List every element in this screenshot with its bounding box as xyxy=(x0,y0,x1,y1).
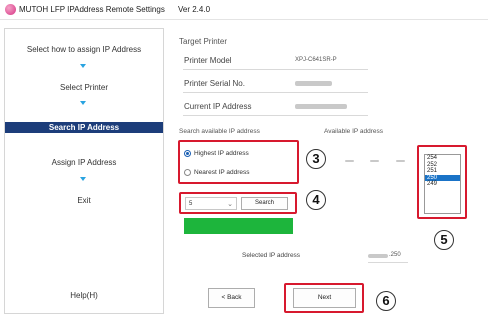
step-select-how-to-assign: Select how to assign IP Address xyxy=(26,45,142,54)
down-arrow-icon xyxy=(80,64,86,68)
highlight-search-options xyxy=(178,140,299,184)
callout-3: 3 xyxy=(306,149,326,169)
ip-octet-mask xyxy=(396,160,405,162)
selected-ip-label: Selected IP address xyxy=(242,252,301,259)
help-link[interactable]: Help(H) xyxy=(5,291,163,300)
search-available-heading: Search available IP address xyxy=(179,128,260,135)
printer-serial-label: Printer Serial No. xyxy=(184,79,245,88)
available-ip-heading: Available IP address xyxy=(324,128,384,135)
step-assign-ip-address: Assign IP Address xyxy=(51,158,117,167)
search-progress-bar xyxy=(184,218,293,234)
current-ip-value xyxy=(295,104,347,109)
selected-ip-value: .250 xyxy=(389,252,401,258)
divider xyxy=(183,92,368,93)
window-title: MUTOH LFP IPAddress Remote Settings xyxy=(19,5,165,14)
down-arrow-icon xyxy=(80,101,86,105)
app-icon xyxy=(5,4,16,15)
callout-5: 5 xyxy=(434,230,454,250)
title-bar: MUTOH LFP IPAddress Remote Settings Ver … xyxy=(0,0,488,20)
version-label: Ver 2.4.0 xyxy=(178,5,211,14)
callout-6: 6 xyxy=(376,291,396,311)
divider xyxy=(183,69,368,70)
target-printer-heading: Target Printer xyxy=(179,37,228,46)
down-arrow-icon xyxy=(80,177,86,181)
ip-octet-mask xyxy=(370,160,379,162)
selected-ip-mask xyxy=(368,254,388,258)
printer-serial-value xyxy=(295,81,332,86)
highlight-ip-list xyxy=(417,145,467,219)
wizard-sidebar: Select how to assign IP Address Select P… xyxy=(4,28,164,314)
highlight-search-controls xyxy=(179,192,297,214)
callout-4: 4 xyxy=(306,190,326,210)
step-select-printer: Select Printer xyxy=(59,83,109,92)
printer-model-label: Printer Model xyxy=(184,56,232,65)
printer-model-value: XPJ-C641SR-P xyxy=(295,57,337,63)
ip-octet-mask xyxy=(345,160,354,162)
highlight-next-button xyxy=(284,283,364,313)
current-ip-label: Current IP Address xyxy=(184,102,252,111)
divider xyxy=(368,262,408,263)
step-search-ip-address: Search IP Address xyxy=(5,122,163,133)
divider xyxy=(183,115,368,116)
step-exit: Exit xyxy=(77,196,91,205)
back-button[interactable]: < Back xyxy=(208,288,255,308)
